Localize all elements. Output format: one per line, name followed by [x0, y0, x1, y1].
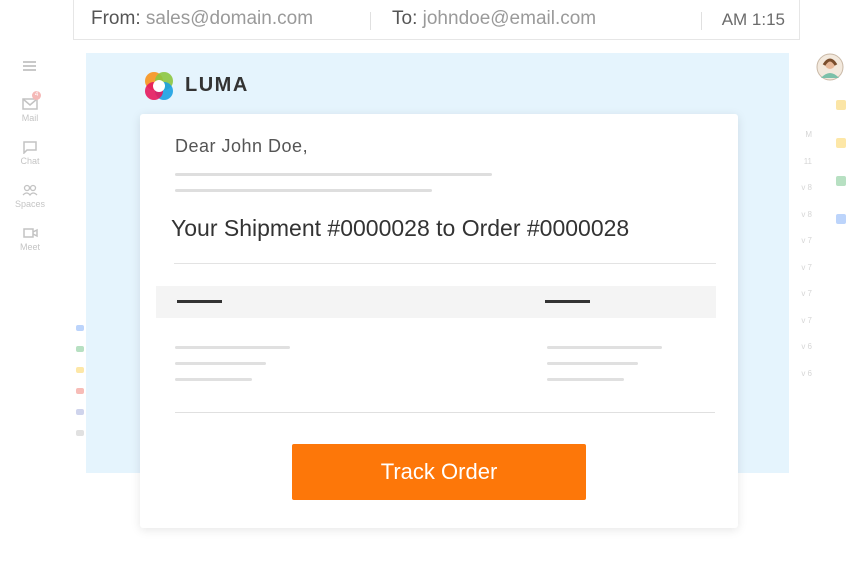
divider — [370, 12, 371, 30]
menu-icon — [23, 61, 36, 63]
divider — [174, 263, 716, 264]
label-dot — [76, 325, 84, 331]
date-label: v 6 — [801, 342, 812, 351]
date-label: v 7 — [801, 315, 812, 325]
label-dot — [76, 367, 84, 373]
rail-label-spaces: Spaces — [14, 199, 46, 209]
right-rail — [831, 100, 851, 252]
cell-placeholder — [547, 346, 662, 349]
contacts-icon[interactable] — [836, 176, 846, 186]
email-header: From: sales@domain.com To: johndoe@email… — [73, 0, 800, 40]
from-field: From: sales@domain.com — [91, 8, 313, 30]
luma-logo-icon — [145, 72, 173, 100]
date-label: v 7 — [801, 262, 812, 272]
divider — [175, 412, 715, 413]
date-label: v 7 — [801, 289, 812, 298]
divider — [701, 12, 702, 30]
label-dot — [76, 388, 84, 394]
from-address: sales@domain.com — [145, 8, 314, 29]
cell-placeholder — [175, 346, 290, 349]
avatar[interactable] — [816, 53, 844, 81]
label-list — [76, 325, 84, 451]
to-address: johndoe@email.com — [422, 8, 597, 29]
to-label: To: — [392, 8, 418, 29]
label-dot — [76, 409, 84, 415]
date-label: v 7 — [801, 236, 812, 245]
rail-item-spaces[interactable]: Spaces — [8, 183, 52, 209]
from-label: From: — [91, 8, 141, 29]
table-header — [156, 286, 716, 318]
rail-label-mail: Mail — [21, 113, 39, 123]
rail-label-chat: Chat — [20, 156, 40, 166]
cell-placeholder — [547, 378, 624, 381]
keep-icon[interactable] — [836, 100, 846, 110]
cell-placeholder — [175, 378, 252, 381]
label-dot — [76, 430, 84, 436]
spaces-icon — [22, 184, 38, 197]
track-order-button[interactable]: Track Order — [292, 444, 586, 500]
date-label: v 8 — [801, 183, 812, 192]
unread-badge: 4 — [32, 91, 41, 100]
date-label: 11 — [803, 156, 812, 166]
greeting: Dear John Doe, — [175, 136, 309, 156]
brand-name: LUMA — [185, 74, 249, 96]
rail-item-mail[interactable]: 4 Mail — [8, 91, 52, 123]
date-label: v 6 — [801, 368, 812, 378]
email-subject: Your Shipment #0000028 to Order #0000028 — [171, 215, 630, 241]
left-rail: 4 Mail Chat Spaces Meet — [8, 45, 52, 565]
column-header-placeholder — [177, 300, 222, 303]
notes-icon[interactable] — [836, 138, 846, 148]
placeholder-line — [175, 173, 492, 176]
date-label: M — [805, 130, 812, 139]
email-card: Dear John Doe, Your Shipment #0000028 to… — [140, 114, 738, 528]
placeholder-line — [175, 189, 432, 192]
sent-time: AM 1:15 — [721, 10, 785, 29]
date-label: v 8 — [801, 209, 812, 219]
cell-placeholder — [175, 362, 266, 365]
label-dot — [76, 346, 84, 352]
rail-item-meet[interactable]: Meet — [8, 226, 52, 252]
rail-item-chat[interactable]: Chat — [8, 140, 52, 166]
column-header-placeholder — [545, 300, 590, 303]
to-field: To: johndoe@email.com — [392, 8, 596, 30]
message-dates: M 11 v 8 v 8 v 7 v 7 v 7 v 7 v 6 v 6 — [788, 130, 812, 395]
chat-icon — [23, 141, 37, 154]
meet-icon — [23, 228, 38, 238]
tasks-icon[interactable] — [836, 214, 846, 224]
rail-label-meet: Meet — [19, 242, 40, 252]
cell-placeholder — [547, 362, 638, 365]
